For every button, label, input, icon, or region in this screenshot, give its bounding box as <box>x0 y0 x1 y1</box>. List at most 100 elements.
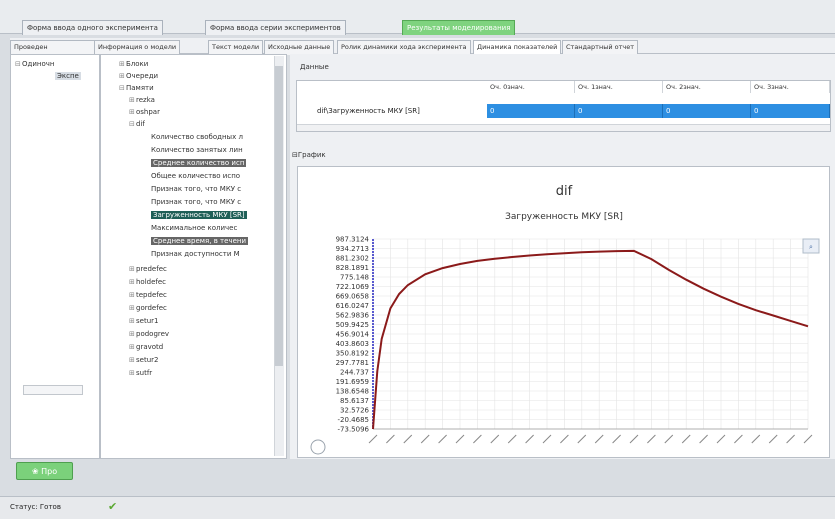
pro-button-label: Про <box>41 467 58 476</box>
top-tab-strip: Форма ввода одного эксперимента Форма вв… <box>0 0 835 35</box>
chart-panel-title-text: График <box>297 151 326 159</box>
tree-node-queues[interactable]: ⊞Очереди <box>119 72 158 80</box>
tab-simulation-results[interactable]: Результаты моделирования <box>402 20 516 35</box>
expand-icon[interactable]: ⊞ <box>129 265 136 273</box>
tree-leaf[interactable]: Признак того, что МКУ с <box>151 198 241 206</box>
collapse-icon[interactable]: ⊟ <box>15 60 22 68</box>
expand-icon[interactable]: ⊞ <box>119 72 126 80</box>
tree-node-oshpar[interactable]: ⊞oshpar <box>129 108 160 116</box>
grid-cell[interactable]: 0 <box>575 104 663 118</box>
grid-row-label[interactable]: dif\Загруженность МКУ [SR] <box>297 104 487 118</box>
scrollbar-thumb[interactable] <box>275 66 283 366</box>
pro-button[interactable]: ❀ Про <box>16 462 73 480</box>
tab-experiment-video[interactable]: Ролик динамики хода эксперимента <box>337 40 471 55</box>
x-tick-label <box>577 434 587 444</box>
leaf-icon: ❀ <box>31 467 42 476</box>
x-tick-label <box>507 434 517 444</box>
tree-leaf[interactable]: Количество свободных л <box>151 133 243 141</box>
expand-icon[interactable]: ⊞ <box>129 317 136 325</box>
grid-column-header[interactable]: Оч. 2знач. <box>663 81 751 93</box>
x-tick-label <box>612 434 621 444</box>
expand-icon[interactable]: ⊞ <box>129 369 136 377</box>
expand-icon[interactable]: ⊞ <box>129 330 136 338</box>
tree-leaf-active[interactable]: Загруженность МКУ [SR] <box>151 211 247 219</box>
grid-column-header[interactable]: Оч. 1знач. <box>575 81 663 93</box>
grid-column-header[interactable]: Оч. 3знач. <box>751 81 830 93</box>
tree-node-gravotd[interactable]: ⊞gravotd <box>129 343 163 351</box>
tree-leaf[interactable]: Общее количество испо <box>151 172 240 180</box>
tree-node-label: oshpar <box>136 108 160 116</box>
y-tick-label: 616.0247 <box>336 302 369 310</box>
expand-icon[interactable]: ⊞ <box>129 304 136 312</box>
tree-node-label: podogrev <box>136 330 170 338</box>
tab-standard-report[interactable]: Стандартный отчет <box>562 40 639 55</box>
x-tick-label <box>490 434 500 444</box>
expand-icon[interactable]: ⊞ <box>129 291 136 299</box>
tree-node-label: Очереди <box>126 72 159 80</box>
expand-icon[interactable]: ⊞ <box>129 108 136 116</box>
expand-icon[interactable]: ⊞ <box>129 96 136 104</box>
tree-node-setur2[interactable]: ⊞setur2 <box>129 356 158 364</box>
tree-leaf-selected[interactable]: Среднее время, в течени <box>151 237 249 245</box>
y-tick-label: 881.2302 <box>336 255 369 263</box>
grid-horizontal-scrollbar[interactable] <box>297 124 830 131</box>
tree-node-podogrev[interactable]: ⊞podogrev <box>129 330 169 338</box>
expand-icon[interactable]: ⊞ <box>129 278 136 286</box>
tree-node-dif[interactable]: ⊟dif <box>129 120 145 128</box>
chart-options-icon: ⌕ <box>809 243 813 251</box>
tree-leaf[interactable]: Максимальное количес <box>151 224 237 232</box>
y-tick-label: 987.3124 <box>336 236 370 244</box>
tab-model-text[interactable]: Текст модели <box>208 40 264 55</box>
y-tick-label: -20.4685 <box>338 416 369 424</box>
y-tick-label: 934.2713 <box>336 245 369 253</box>
chart-subtitle: Загруженность МКУ [SR] <box>505 212 623 222</box>
tree-node-holdefec[interactable]: ⊞holdefec <box>129 278 166 286</box>
bottom-bar <box>0 459 835 493</box>
tree-node-memories[interactable]: ⊟Памяти <box>119 84 154 92</box>
tree-leaf[interactable]: Признак доступности М <box>151 250 240 258</box>
expand-icon[interactable]: ⊞ <box>119 60 126 68</box>
x-tick-label <box>403 434 413 444</box>
tab-experiment-series[interactable]: Форма ввода серии экспериментов <box>205 20 346 35</box>
expand-icon[interactable]: ⊞ <box>129 343 136 351</box>
y-tick-label: 403.8603 <box>336 340 369 348</box>
tree-node-gordefec[interactable]: ⊞gordefec <box>129 304 167 312</box>
experiments-tree: ⊟Одиночн Экспе <box>10 54 100 459</box>
chart-title: dif <box>556 184 573 199</box>
tab-input-data[interactable]: Исходные данные <box>264 40 335 55</box>
zoom-reset-icon[interactable] <box>310 439 326 455</box>
horizontal-scrollbar[interactable] <box>23 385 83 395</box>
tree-node-predefec[interactable]: ⊞predefec <box>129 265 167 273</box>
tab-model-info[interactable]: Информация о модели <box>94 40 181 55</box>
tree-node-label: sutfr <box>136 369 153 377</box>
grid-cell[interactable]: 0 <box>751 104 830 118</box>
x-tick-label <box>525 434 534 444</box>
x-tick-label <box>716 434 726 444</box>
collapse-icon[interactable]: ⊟ <box>119 84 126 92</box>
tree-node-rezka[interactable]: ⊞rezka <box>129 96 155 104</box>
tree-node-blocks[interactable]: ⊞Блоки <box>119 60 148 68</box>
tree-node-experiment[interactable]: Экспе <box>55 72 81 80</box>
tab-indicator-dynamics[interactable]: Динамика показателей <box>473 40 562 55</box>
sub-tab-strip: Проведен Информация о модели Текст модел… <box>10 38 835 55</box>
tree-node-tepdefec[interactable]: ⊞tepdefec <box>129 291 167 299</box>
x-tick-label <box>438 434 447 444</box>
grid-column-header[interactable]: Оч. 0знач. <box>487 81 575 93</box>
tab-single-experiment[interactable]: Форма ввода одного эксперимента <box>22 20 163 35</box>
x-tick-label <box>455 434 465 444</box>
tree-leaf[interactable]: Признак того, что МКУ с <box>151 185 241 193</box>
tree-node-single[interactable]: ⊟Одиночн <box>15 60 54 68</box>
tab-conducted[interactable]: Проведен <box>10 40 99 55</box>
tree-node-setur1[interactable]: ⊞setur1 <box>129 317 158 325</box>
tree-leaf[interactable]: Количество занятых лин <box>151 146 243 154</box>
tree-node-sutfr[interactable]: ⊞sutfr <box>129 369 152 377</box>
y-tick-label: 775.148 <box>340 274 369 282</box>
y-tick-label: 350.8192 <box>336 350 369 358</box>
series-line <box>372 249 809 430</box>
tree-leaf-selected[interactable]: Среднее количество исп <box>151 159 247 167</box>
collapse-icon[interactable]: ⊟ <box>129 120 136 128</box>
expand-icon[interactable]: ⊞ <box>129 356 136 364</box>
grid-cell[interactable]: 0 <box>487 104 575 118</box>
x-tick-label <box>734 434 743 444</box>
grid-cell[interactable]: 0 <box>663 104 751 118</box>
